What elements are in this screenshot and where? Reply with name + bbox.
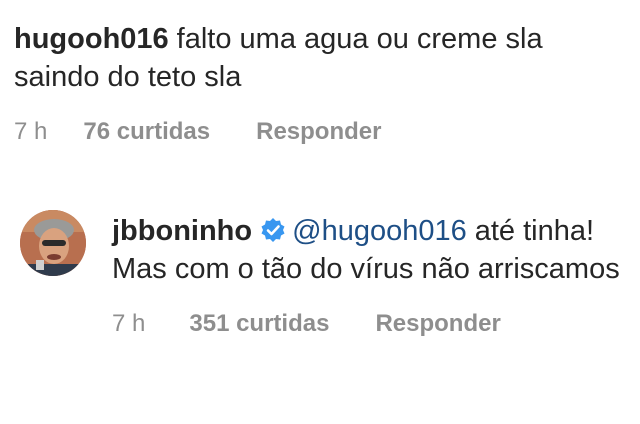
reply-reply-button[interactable]: Responder <box>375 310 500 338</box>
reply-button[interactable]: Responder <box>256 118 381 146</box>
comment-time[interactable]: 7 h <box>14 118 47 146</box>
reply-body: jbboninho @hugooh016 até tinha! Mas com o… <box>112 212 622 338</box>
verified-badge-icon <box>261 218 285 242</box>
reply-time[interactable]: 7 h <box>112 310 145 338</box>
comment-meta: 7 h 76 curtidas Responder <box>14 118 624 146</box>
reply-likes[interactable]: 351 curtidas <box>189 310 329 338</box>
comment-text-block: hugooh016 falto uma agua ou creme sla sai… <box>14 20 624 96</box>
reply-text-block: jbboninho @hugooh016 até tinha! Mas com o… <box>112 212 622 288</box>
reply-meta: 7 h 351 curtidas Responder <box>112 310 622 338</box>
avatar-image <box>20 210 86 276</box>
comment-username[interactable]: hugooh016 <box>14 23 169 55</box>
reply-username[interactable]: jbboninho <box>112 215 252 247</box>
comment-likes[interactable]: 76 curtidas <box>83 118 210 146</box>
comment-item: hugooh016 falto uma agua ou creme sla sai… <box>14 20 624 146</box>
reply-mention-link[interactable]: @hugooh016 <box>292 215 467 247</box>
avatar[interactable] <box>20 210 86 276</box>
